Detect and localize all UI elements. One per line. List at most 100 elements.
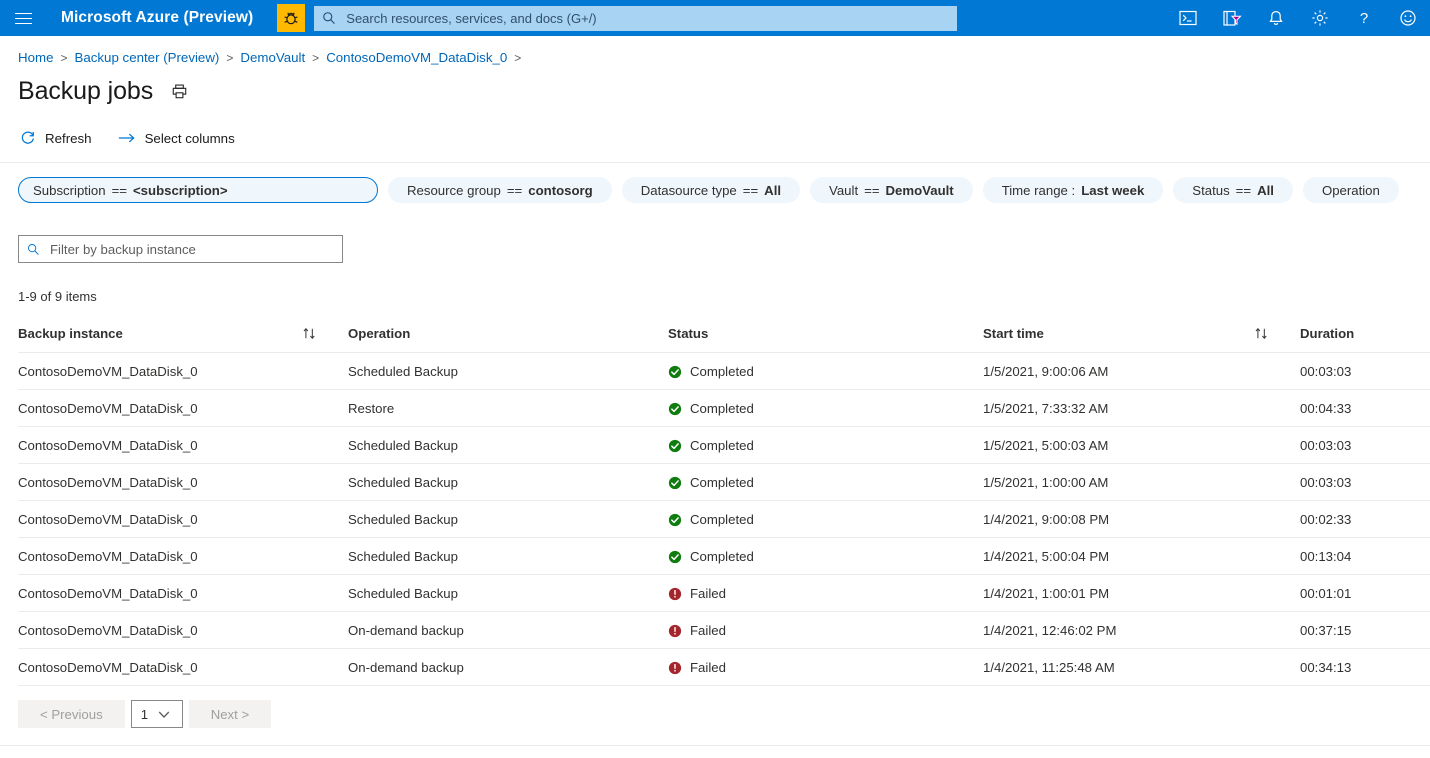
filter-value: DemoVault	[886, 183, 954, 198]
print-icon	[171, 83, 188, 100]
breadcrumb-item-demovault[interactable]: DemoVault	[240, 50, 305, 65]
help-button[interactable]: ?	[1342, 0, 1386, 36]
backup-instance-filter-box[interactable]	[18, 235, 343, 263]
table-row[interactable]: ContosoDemoVM_DataDisk_0RestoreCompleted…	[18, 390, 1430, 427]
cell-backup-instance[interactable]: ContosoDemoVM_DataDisk_0	[18, 464, 348, 501]
bug-icon	[282, 9, 300, 27]
feedback-button[interactable]	[1386, 0, 1430, 36]
cell-operation: Scheduled Backup	[348, 353, 668, 390]
breadcrumb-item-backup-instance[interactable]: ContosoDemoVM_DataDisk_0	[326, 50, 507, 65]
footer-divider	[0, 745, 1430, 746]
status-success-icon	[668, 476, 682, 490]
help-question-icon: ?	[1356, 9, 1372, 27]
cell-backup-instance[interactable]: ContosoDemoVM_DataDisk_0	[18, 649, 348, 686]
directory-subscription-icon	[1223, 10, 1242, 27]
backup-jobs-table: Backup instance Operation Status	[18, 326, 1430, 686]
cell-start-time: 1/5/2021, 1:00:00 AM	[983, 464, 1300, 501]
filter-key: Subscription	[33, 183, 106, 198]
cell-backup-instance[interactable]: ContosoDemoVM_DataDisk_0	[18, 427, 348, 464]
table-row[interactable]: ContosoDemoVM_DataDisk_0Scheduled Backup…	[18, 501, 1430, 538]
status-label: Failed	[690, 623, 726, 638]
top-bar-icon-group: ?	[1166, 0, 1430, 36]
table-row[interactable]: ContosoDemoVM_DataDisk_0Scheduled Backup…	[18, 464, 1430, 501]
search-icon	[322, 11, 336, 25]
filter-operator: ==	[864, 183, 879, 198]
cell-start-time: 1/4/2021, 9:00:08 PM	[983, 501, 1300, 538]
directories-subscriptions-button[interactable]	[1210, 0, 1254, 36]
cell-operation: Scheduled Backup	[348, 427, 668, 464]
cell-duration: 00:03:03	[1300, 464, 1430, 501]
column-header-operation[interactable]: Operation	[348, 326, 668, 353]
filter-operator: ==	[743, 183, 758, 198]
portal-menu-button[interactable]	[0, 0, 46, 36]
azure-brand-title[interactable]: Microsoft Azure (Preview)	[46, 9, 253, 27]
filter-pill-time-range[interactable]: Time range : Last week	[983, 177, 1164, 203]
breadcrumb-item-home[interactable]: Home	[18, 50, 53, 65]
filter-pill-operation[interactable]: Operation	[1303, 177, 1399, 203]
bug-icon-button[interactable]	[277, 4, 305, 32]
settings-button[interactable]	[1298, 0, 1342, 36]
filter-pill-datasource-type[interactable]: Datasource type == All	[622, 177, 800, 203]
notifications-button[interactable]	[1254, 0, 1298, 36]
cell-start-time: 1/5/2021, 7:33:32 AM	[983, 390, 1300, 427]
refresh-icon	[20, 130, 36, 146]
chevron-down-icon	[158, 710, 170, 719]
cloud-shell-button[interactable]	[1166, 0, 1210, 36]
status-label: Completed	[690, 512, 754, 527]
item-count-label: 1-9 of 9 items	[18, 289, 1430, 304]
filter-pill-status[interactable]: Status == All	[1173, 177, 1293, 203]
global-search-input[interactable]	[344, 10, 949, 27]
cell-duration: 00:02:33	[1300, 501, 1430, 538]
next-page-button[interactable]: Next >	[189, 700, 271, 728]
table-row[interactable]: ContosoDemoVM_DataDisk_0Scheduled Backup…	[18, 538, 1430, 575]
backup-instance-filter-input[interactable]	[48, 241, 334, 258]
cell-backup-instance[interactable]: ContosoDemoVM_DataDisk_0	[18, 575, 348, 612]
cell-backup-instance[interactable]: ContosoDemoVM_DataDisk_0	[18, 501, 348, 538]
status-success-icon	[668, 513, 682, 527]
sort-updown-icon[interactable]	[302, 327, 348, 340]
cell-status: Completed	[668, 464, 983, 501]
page-number-select[interactable]: 1	[131, 700, 183, 728]
breadcrumb-item-backup-center[interactable]: Backup center (Preview)	[75, 50, 220, 65]
global-search-box[interactable]	[314, 6, 957, 31]
filter-value: contosorg	[528, 183, 592, 198]
filter-pill-resource-group[interactable]: Resource group == contosorg	[388, 177, 612, 203]
table-row[interactable]: ContosoDemoVM_DataDisk_0On-demand backup…	[18, 612, 1430, 649]
breadcrumb-separator: >	[514, 51, 521, 65]
select-columns-label: Select columns	[145, 131, 235, 146]
previous-page-button[interactable]: < Previous	[18, 700, 125, 728]
cell-status: Failed	[668, 575, 983, 612]
filter-pill-vault[interactable]: Vault == DemoVault	[810, 177, 973, 203]
column-header-status[interactable]: Status	[668, 326, 983, 353]
filter-value: All	[1257, 183, 1274, 198]
table-row[interactable]: ContosoDemoVM_DataDisk_0Scheduled Backup…	[18, 427, 1430, 464]
arrow-right-icon	[118, 131, 136, 145]
column-header-start-time[interactable]: Start time	[983, 326, 1300, 353]
sort-updown-icon[interactable]	[1254, 327, 1300, 340]
print-icon-button[interactable]	[171, 83, 188, 100]
status-label: Completed	[690, 401, 754, 416]
table-row[interactable]: ContosoDemoVM_DataDisk_0Scheduled Backup…	[18, 575, 1430, 612]
status-label: Completed	[690, 549, 754, 564]
column-header-backup-instance[interactable]: Backup instance	[18, 326, 348, 353]
filter-pill-subscription[interactable]: Subscription == <subscription>	[18, 177, 378, 203]
cell-backup-instance[interactable]: ContosoDemoVM_DataDisk_0	[18, 390, 348, 427]
cell-backup-instance[interactable]: ContosoDemoVM_DataDisk_0	[18, 353, 348, 390]
table-body: ContosoDemoVM_DataDisk_0Scheduled Backup…	[18, 353, 1430, 686]
filter-key: Vault	[829, 183, 858, 198]
status-label: Completed	[690, 438, 754, 453]
column-header-duration[interactable]: Duration	[1300, 326, 1430, 353]
cell-backup-instance[interactable]: ContosoDemoVM_DataDisk_0	[18, 538, 348, 575]
cell-duration: 00:37:15	[1300, 612, 1430, 649]
filter-pill-bar: Subscription == <subscription> Resource …	[0, 163, 1430, 203]
hamburger-icon	[15, 13, 32, 24]
table-row[interactable]: ContosoDemoVM_DataDisk_0Scheduled Backup…	[18, 353, 1430, 390]
column-label: Backup instance	[18, 326, 123, 341]
page-title: Backup jobs	[18, 77, 153, 106]
cell-backup-instance[interactable]: ContosoDemoVM_DataDisk_0	[18, 612, 348, 649]
cell-operation: On-demand backup	[348, 649, 668, 686]
refresh-button[interactable]: Refresh	[18, 128, 94, 148]
cell-start-time: 1/5/2021, 9:00:06 AM	[983, 353, 1300, 390]
select-columns-button[interactable]: Select columns	[116, 129, 237, 148]
table-row[interactable]: ContosoDemoVM_DataDisk_0On-demand backup…	[18, 649, 1430, 686]
